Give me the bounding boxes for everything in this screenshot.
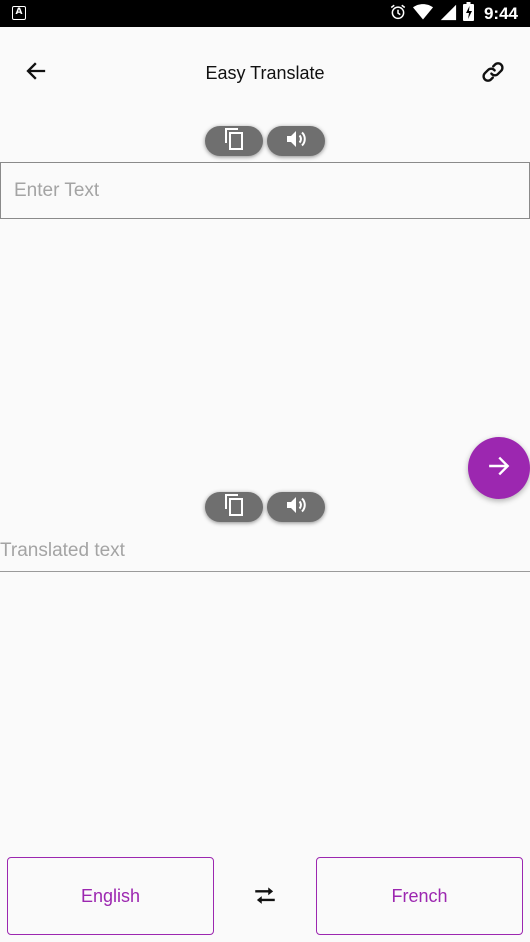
page-title: Easy Translate: [205, 63, 325, 83]
copy-icon: [222, 127, 246, 156]
translated-text-placeholder: Translated text: [0, 540, 125, 561]
volume-icon: [284, 127, 308, 156]
battery-charging-icon: [462, 2, 474, 26]
volume-icon: [284, 493, 308, 522]
translated-text-field[interactable]: Translated text: [0, 540, 530, 572]
swap-icon: [252, 882, 278, 913]
source-language-button[interactable]: English: [7, 857, 214, 935]
status-bar: A 9:44: [0, 0, 530, 27]
translate-button[interactable]: [468, 437, 530, 499]
source-text-box: [0, 162, 530, 219]
wifi-icon: [412, 3, 433, 26]
speak-source-button[interactable]: [267, 126, 325, 156]
status-icons: 9:44: [389, 2, 518, 26]
signal-icon: [439, 3, 457, 26]
output-actions: [0, 492, 530, 524]
speak-translation-button[interactable]: [267, 492, 325, 522]
status-time: 9:44: [483, 4, 518, 23]
copy-icon: [222, 493, 246, 522]
app-bar: Easy Translate: [0, 27, 530, 119]
share-link-button[interactable]: [476, 57, 510, 91]
source-actions: [0, 126, 530, 158]
copy-source-button[interactable]: [205, 126, 263, 156]
copy-translation-button[interactable]: [205, 492, 263, 522]
notification-icon: A: [12, 6, 26, 20]
arrow-forward-icon: [486, 453, 512, 484]
link-icon: [480, 59, 506, 90]
alarm-icon: [389, 3, 407, 26]
swap-languages-button[interactable]: [248, 880, 282, 914]
target-language-button[interactable]: French: [316, 857, 523, 935]
source-text-input[interactable]: [1, 163, 529, 218]
